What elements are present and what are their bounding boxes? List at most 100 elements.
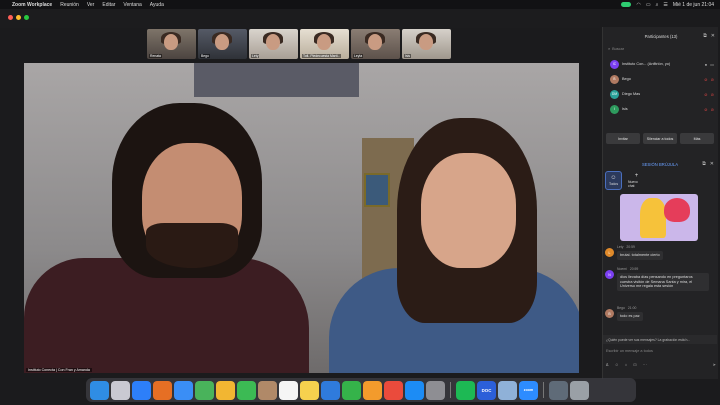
participant-row[interactable]: DM Diego Mas ⊘ ⊘ — [610, 88, 715, 100]
chat-title: SESIÓN BRÚJULA — [641, 161, 679, 167]
avatar: IC — [610, 59, 619, 69]
screenshot-icon[interactable]: ⊡ — [633, 362, 636, 370]
menu-window[interactable]: Ventana — [123, 2, 141, 8]
participant-row[interactable]: B Bego ⊘ ⊘ — [610, 73, 715, 85]
chat-input[interactable]: Escribir un mensaje a todos — [606, 346, 716, 355]
close-icon[interactable] — [8, 15, 13, 20]
thumbnail-name: Leyla — [353, 54, 364, 58]
dock-zoom-icon[interactable]: zoom — [519, 380, 538, 400]
send-icon[interactable]: ➤ — [713, 362, 716, 370]
app-menu[interactable]: Zoom Workplace — [12, 2, 52, 8]
avatar: L — [605, 248, 614, 257]
thumbnail-name: Lety — [251, 54, 260, 58]
message-time: 21:00 — [627, 306, 637, 310]
participant-row[interactable]: I Isis ⊘ ⊘ — [610, 103, 715, 115]
dock-firefox-icon[interactable] — [153, 380, 172, 400]
thumbnail-name: Bego — [200, 54, 210, 58]
chat-message[interactable]: B Bego 21:00 todo es paz — [605, 306, 717, 321]
control-center-icon[interactable]: ☰ — [663, 2, 667, 8]
mic-camera-icon[interactable]: ● ▭ — [705, 62, 715, 67]
dock-safari-icon[interactable] — [132, 380, 151, 400]
more-button[interactable]: Más — [680, 133, 714, 144]
video-thumbnail[interactable]: Lety — [249, 29, 298, 59]
menu-edit[interactable]: Editar — [102, 2, 115, 8]
window-controls — [8, 15, 29, 20]
dock-pages-icon[interactable] — [363, 380, 382, 400]
clock[interactable]: Mié 1 de jun 21:04 — [673, 2, 714, 8]
dock-settings-icon[interactable] — [426, 380, 445, 400]
video-thumbnail[interactable]: Isis — [402, 29, 451, 59]
participants-search[interactable]: ⌕ Buscar — [608, 45, 714, 53]
avatar: N — [605, 270, 614, 279]
minimize-icon[interactable] — [16, 15, 21, 20]
close-panel-icon[interactable]: ✕ — [711, 33, 715, 39]
zoom-status-icon[interactable] — [621, 2, 632, 7]
zoom-icon[interactable] — [24, 15, 29, 20]
sticker-image — [620, 194, 698, 241]
dock-notes-icon[interactable] — [300, 380, 319, 400]
avatar: B — [610, 74, 619, 84]
new-chat-button[interactable]: + Nuevo chat — [628, 171, 645, 190]
chat-tool-label: Todos — [608, 182, 619, 186]
popout-icon[interactable]: ⧉ — [702, 161, 706, 167]
video-name-label: Instituto Conecta | Con Fran y Amanda — [26, 368, 92, 372]
invite-button[interactable]: Invitar — [606, 133, 640, 144]
participant-thumbnail-strip: Renata Bego Lety Tofi- Piedecuesta Marti… — [147, 29, 451, 59]
dock-keynote-icon[interactable] — [321, 380, 340, 400]
participant-name: Bego — [622, 77, 631, 81]
dock-contacts-icon[interactable] — [258, 380, 277, 400]
participants-actions: Invitar Silenciar a todos Más — [606, 133, 714, 144]
dock-launchpad-icon[interactable] — [111, 380, 130, 400]
dock-rocket-icon[interactable] — [384, 380, 403, 400]
dock-mail-icon[interactable] — [174, 380, 193, 400]
all-chat-button[interactable]: ☺ Todos — [605, 171, 622, 190]
heart-icon — [664, 198, 690, 222]
menu-bar: Zoom Workplace Reunión Ver Editar Ventan… — [0, 0, 720, 9]
dock-trash-icon[interactable] — [570, 380, 589, 400]
dock-preview-icon[interactable] — [498, 380, 517, 400]
dock-downloads-icon[interactable] — [549, 380, 568, 400]
format-icon[interactable]: Ꭺ — [606, 362, 609, 370]
chat-message[interactable]: L Lety 20:59 brutal. totalmente cierto — [605, 245, 717, 260]
battery-icon[interactable]: ▭ — [646, 2, 651, 8]
speaker-left — [24, 103, 314, 373]
video-thumbnail[interactable]: Tofi- Piedecuesta Marti... — [300, 29, 349, 59]
muted-icon[interactable]: ⊘ ⊘ — [704, 77, 715, 82]
notice-text: ¿Quién puede ver sus mensajes? La grabac… — [606, 337, 691, 342]
dock-photos-icon[interactable] — [216, 380, 235, 400]
dock-facetime-icon[interactable] — [237, 380, 256, 400]
close-panel-icon[interactable]: ✕ — [710, 161, 714, 167]
speaker-right — [329, 118, 579, 373]
video-thumbnail[interactable]: Renata — [147, 29, 196, 59]
dock-finder-icon[interactable] — [90, 380, 109, 400]
video-thumbnail[interactable]: Bego — [198, 29, 247, 59]
wifi-icon[interactable]: ◠ — [636, 2, 640, 8]
dock-numbers-icon[interactable] — [342, 380, 361, 400]
chat-visibility-notice[interactable]: ¿Quién puede ver sus mensajes? La grabac… — [603, 335, 717, 344]
emoji-icon[interactable]: ☺ — [615, 362, 619, 370]
chat-input-toolbar: Ꭺ ☺ ⌂ ⊡ ⋯ ➤ — [606, 362, 716, 370]
participant-name: Instituto Con... (Anfitrión, yo) — [622, 62, 671, 66]
dock-calendar-icon[interactable] — [279, 380, 298, 400]
dock-doc-icon[interactable]: DOC — [477, 380, 496, 400]
attachment-icon[interactable]: ⌂ — [625, 362, 627, 370]
dock-spotify-icon[interactable] — [456, 380, 475, 400]
dock-app-store-icon[interactable] — [405, 380, 424, 400]
muted-icon[interactable]: ⊘ ⊘ — [704, 107, 715, 112]
menu-view[interactable]: Ver — [87, 2, 95, 8]
menu-meeting[interactable]: Reunión — [60, 2, 79, 8]
dock-maps-icon[interactable] — [195, 380, 214, 400]
popout-icon[interactable]: ⧉ — [703, 33, 707, 39]
search-placeholder: Buscar — [612, 47, 624, 51]
active-speaker-video[interactable]: Instituto Conecta | Con Fran y Amanda — [24, 63, 579, 373]
dock-separator — [543, 382, 544, 398]
more-icon[interactable]: ⋯ — [643, 362, 647, 370]
search-icon[interactable]: ⌕ — [656, 2, 659, 8]
chat-header: SESIÓN BRÚJULA ⧉ ✕ — [602, 157, 718, 171]
participant-row[interactable]: IC Instituto Con... (Anfitrión, yo) ● ▭ — [610, 58, 715, 70]
chat-message[interactable]: N Noemi 20:59 dios llevaba días pensando … — [605, 267, 717, 292]
video-thumbnail[interactable]: Leyla — [351, 29, 400, 59]
mute-all-button[interactable]: Silenciar a todos — [643, 133, 677, 144]
muted-icon[interactable]: ⊘ ⊘ — [704, 92, 715, 97]
menu-help[interactable]: Ayuda — [150, 2, 164, 8]
